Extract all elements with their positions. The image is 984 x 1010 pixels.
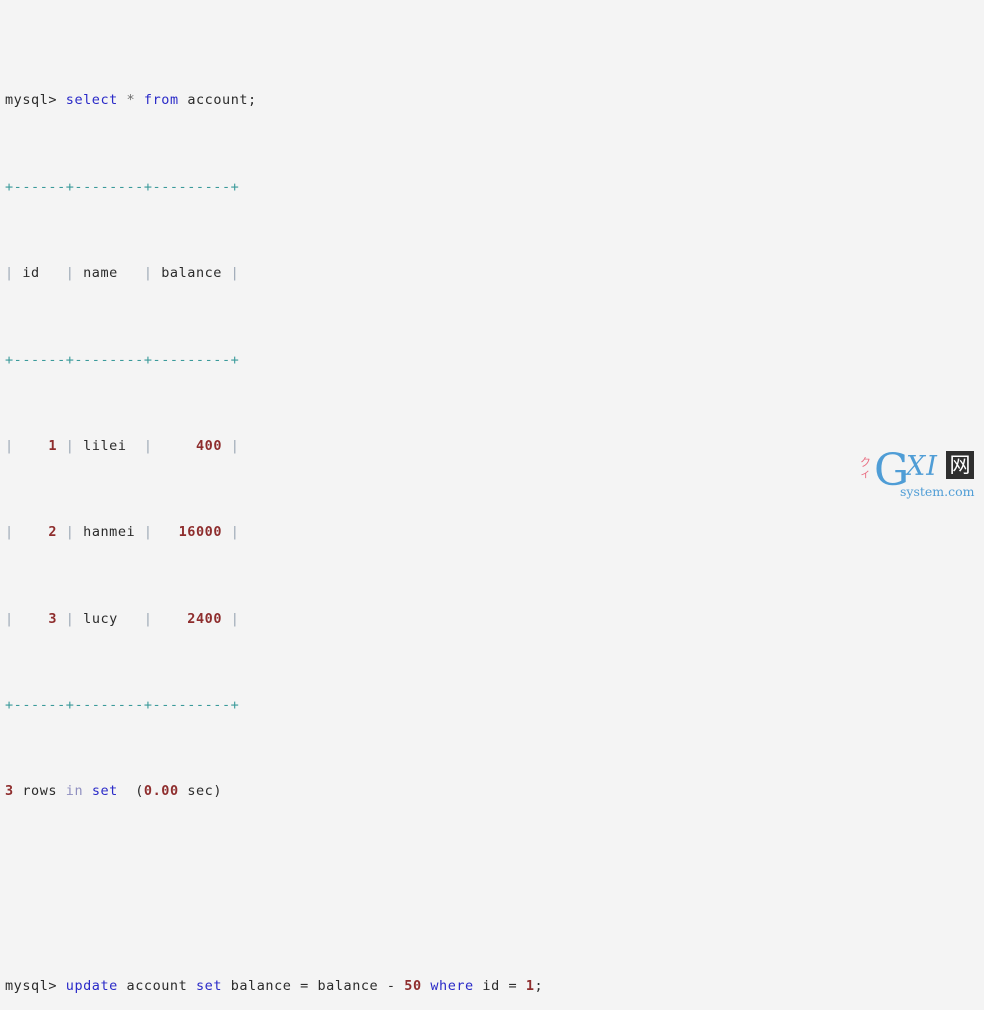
table-name-account: account; — [187, 92, 257, 109]
literal-50: 50 — [404, 977, 422, 994]
table-row: | 1 | lilei | 400 | — [5, 436, 543, 458]
pipe-glyph: | — [230, 437, 240, 454]
keyword-set: set — [195, 977, 223, 994]
mysql-prompt: mysql> — [5, 977, 58, 994]
cell-pad — [153, 524, 179, 540]
pipe-glyph: | — [143, 610, 153, 627]
keyword-from: from — [143, 92, 179, 109]
table-header-row-1: | id | name | balance | — [5, 263, 543, 285]
cell-balance-1: 400 — [195, 437, 223, 454]
table-rule-top-1: +------+--------+---------+ — [5, 178, 240, 195]
keyword-update: update — [65, 977, 118, 994]
pipe-glyph: | — [5, 437, 14, 454]
cell-pad — [222, 611, 231, 627]
sec-word: sec) — [187, 783, 223, 800]
table-rule-bottom-1: +------+--------+---------+ — [5, 697, 240, 713]
command-line-update[interactable]: mysql> update account set balance = bala… — [5, 976, 543, 998]
row-count-value: 3 — [5, 783, 14, 800]
mysql-prompt: mysql> — [5, 92, 58, 109]
column-header-name: name — [74, 265, 144, 282]
pipe-glyph: | — [230, 610, 240, 627]
watermark-domain: system.com — [900, 484, 975, 499]
pipe-glyph: | — [65, 610, 75, 627]
cell-id-1: 1 — [48, 437, 58, 454]
pipe-glyph: | — [230, 524, 240, 541]
cell-balance-2: 16000 — [178, 524, 223, 541]
elapsed-time-value: 0.00 — [143, 783, 179, 800]
semicolon: ; — [534, 977, 544, 994]
cell-name-3: lucy — [74, 610, 144, 627]
console-output: mysql> select * from account; +------+--… — [5, 4, 543, 1010]
mysql-terminal-window: mysql> select * from account; +------+--… — [0, 0, 984, 994]
cell-pad — [14, 611, 49, 627]
pipe-glyph: | — [65, 524, 75, 541]
table-row: | 2 | hanmei | 16000 | — [5, 522, 543, 544]
column-header-balance: balance — [152, 265, 231, 282]
keyword-set: set — [91, 783, 118, 800]
cell-pad — [153, 438, 196, 454]
keyword-in: in — [65, 783, 84, 800]
watermark-small-cjk: クィ — [860, 457, 871, 479]
pipe-glyph: | — [5, 265, 14, 282]
watermark-cjk-bottom: ィ — [860, 467, 871, 480]
column-header-id: id — [13, 265, 66, 282]
where-column-id: id = — [482, 977, 518, 994]
cell-pad — [14, 438, 49, 454]
command-line-select-1[interactable]: mysql> select * from account; — [5, 90, 543, 112]
cell-pad — [222, 438, 231, 454]
pipe-glyph: | — [5, 524, 14, 541]
literal-1: 1 — [525, 977, 535, 994]
cell-pad — [57, 611, 66, 627]
update-expression: balance = balance — [230, 977, 379, 994]
cell-pad — [222, 524, 231, 540]
result-summary-1: 3 rows in set (0.00 sec) — [5, 781, 543, 803]
pipe-glyph: | — [143, 265, 153, 282]
table-row: | 3 | lucy | 2400 | — [5, 609, 543, 631]
star-wildcard: * — [126, 92, 136, 109]
cell-name-2: hanmei — [74, 524, 144, 541]
cell-id-2: 2 — [48, 524, 58, 541]
table-name-account: account — [126, 977, 188, 994]
cell-id-3: 3 — [48, 610, 58, 627]
pipe-glyph: | — [143, 437, 153, 454]
cell-pad — [57, 438, 66, 454]
pipe-glyph: | — [230, 265, 240, 282]
cell-pad — [57, 524, 66, 540]
pipe-glyph: | — [5, 610, 14, 627]
site-watermark-logo: クィ G XI 网 system.com — [858, 449, 978, 501]
table-rule-mid-1: +------+--------+---------+ — [5, 351, 240, 368]
cell-pad — [153, 611, 188, 627]
cell-pad — [14, 524, 49, 540]
keyword-select: select — [65, 92, 118, 109]
paren-open: ( — [135, 783, 144, 800]
pipe-glyph: | — [143, 524, 153, 541]
watermark-cjk-net-badge: 网 — [946, 451, 974, 479]
keyword-where: where — [430, 977, 474, 994]
rows-word: rows — [22, 783, 58, 800]
cell-balance-3: 2400 — [187, 610, 223, 627]
cell-name-1: lilei — [74, 437, 144, 454]
watermark-letters-xi: XI — [906, 451, 938, 482]
minus-operator: - — [386, 977, 396, 994]
